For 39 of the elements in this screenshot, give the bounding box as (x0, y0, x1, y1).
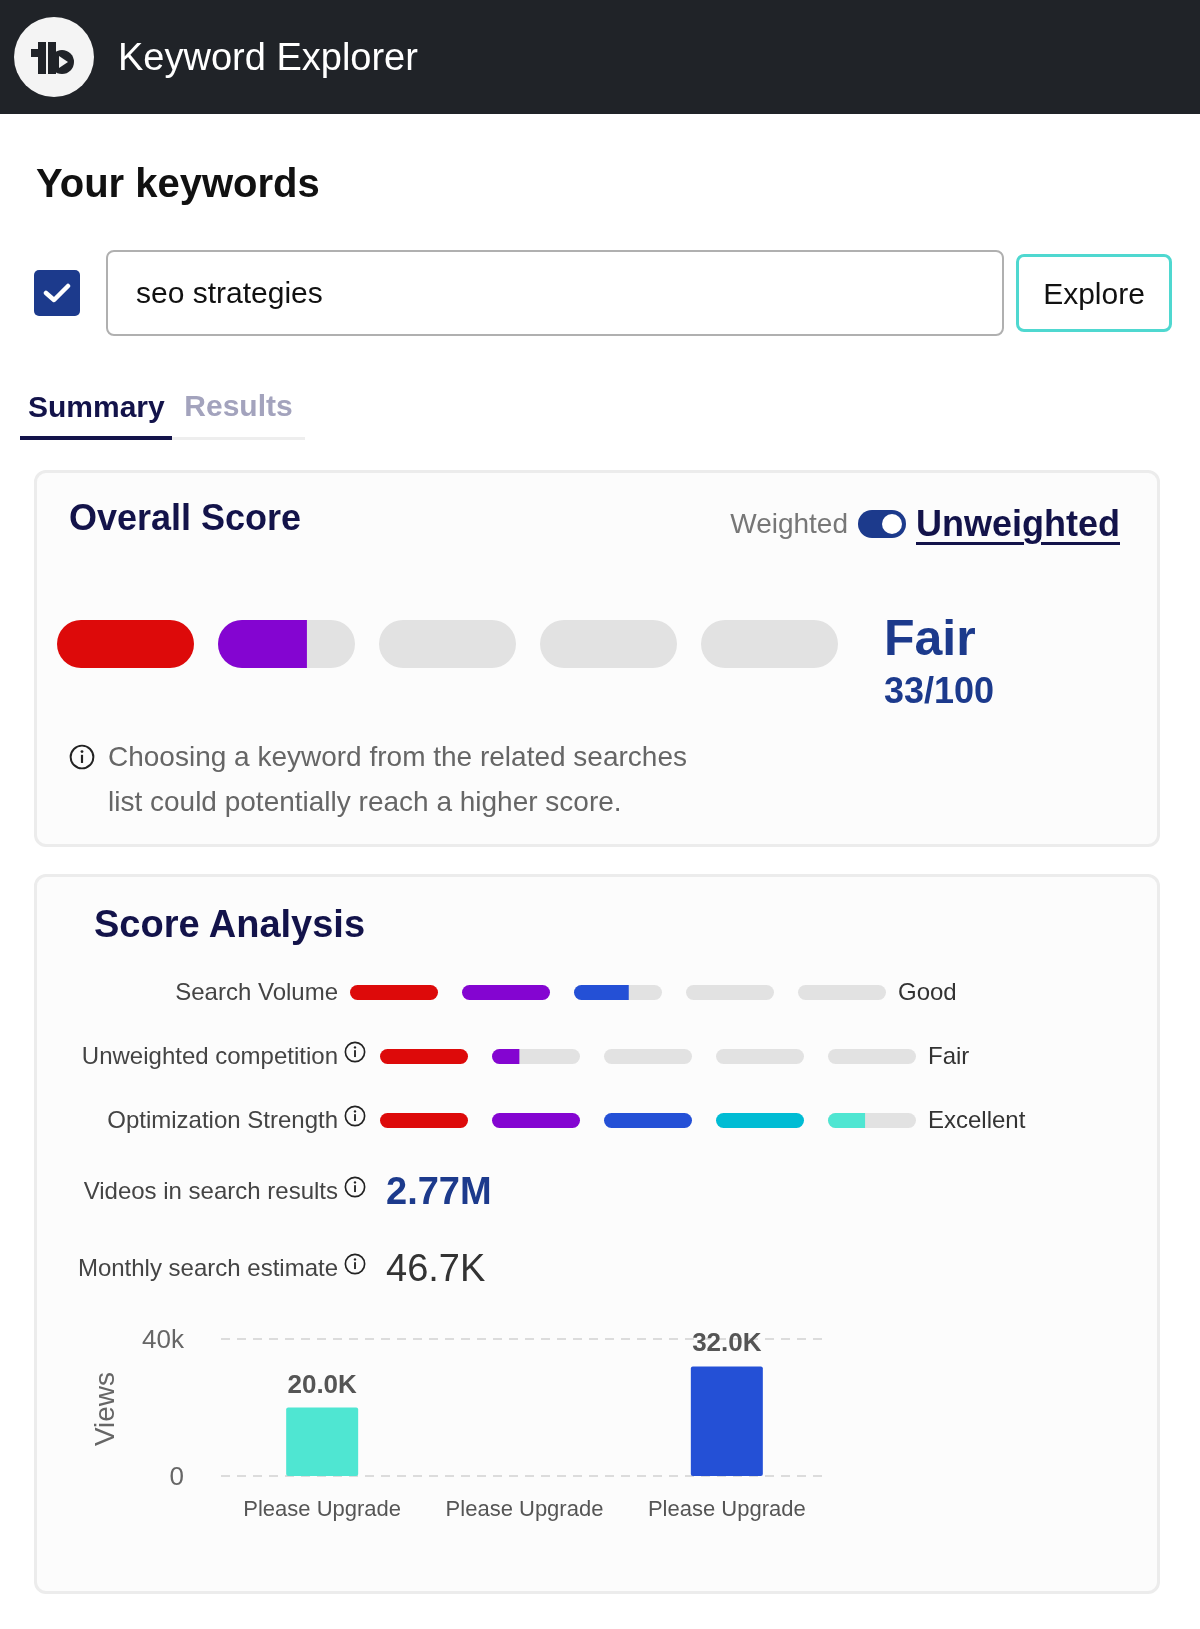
metric-value: 46.7K (386, 1246, 486, 1291)
axis-category-label: Please Upgrade (243, 1495, 402, 1521)
metric-label: Unweighted competition (81, 1041, 338, 1071)
score-value: 33/100 (884, 669, 995, 713)
info-icon[interactable] (69, 744, 95, 770)
keyword-checkbox[interactable] (34, 270, 80, 316)
keyword-input[interactable]: seo strategies (106, 250, 1004, 336)
data-label: 20.0K (287, 1368, 357, 1399)
data-label: 32.0K (692, 1327, 762, 1358)
weighting-option[interactable]: Weighted (730, 502, 848, 546)
weighting-option[interactable]: Unweighted (916, 502, 1120, 546)
info-icon[interactable] (344, 1105, 366, 1127)
logo-icon (14, 17, 94, 97)
page-title: Your keywords (36, 160, 320, 207)
info-icon[interactable] (344, 1176, 366, 1198)
explore-button[interactable]: Explore (1016, 254, 1172, 332)
info-icon[interactable] (344, 1041, 366, 1063)
metric-rating: Good (898, 977, 957, 1007)
metric-label: Search Volume (175, 977, 338, 1007)
score-rating: Fair (884, 610, 977, 666)
card-title: Overall Score (69, 496, 302, 540)
weighting-toggle[interactable] (858, 510, 906, 538)
checkmark-icon (43, 282, 71, 304)
metric-label: Videos in search results (83, 1176, 338, 1206)
metric-label: Optimization Strength (107, 1105, 338, 1135)
axis-tick-label: 0 (169, 1461, 184, 1491)
axis-tick-label: 40k (142, 1324, 184, 1354)
axis-category-label: Please Upgrade (647, 1495, 806, 1521)
metric-label: Monthly search estimate (77, 1253, 338, 1283)
axis-category-label: Please Upgrade (445, 1495, 604, 1521)
app-title: Keyword Explorer (118, 35, 418, 80)
metric-rating: Fair (928, 1041, 970, 1071)
card-title: Score Analysis (94, 902, 366, 946)
score-hint-text: Choosing a keyword from the related searches list could potentially reach a higher score. (108, 740, 688, 819)
metric-rating: Excellent (928, 1105, 1026, 1135)
metric-value: 2.77M (386, 1169, 492, 1214)
axis-title: Views (88, 1371, 120, 1447)
info-icon[interactable] (344, 1253, 366, 1275)
tab[interactable]: Summary (20, 360, 172, 440)
